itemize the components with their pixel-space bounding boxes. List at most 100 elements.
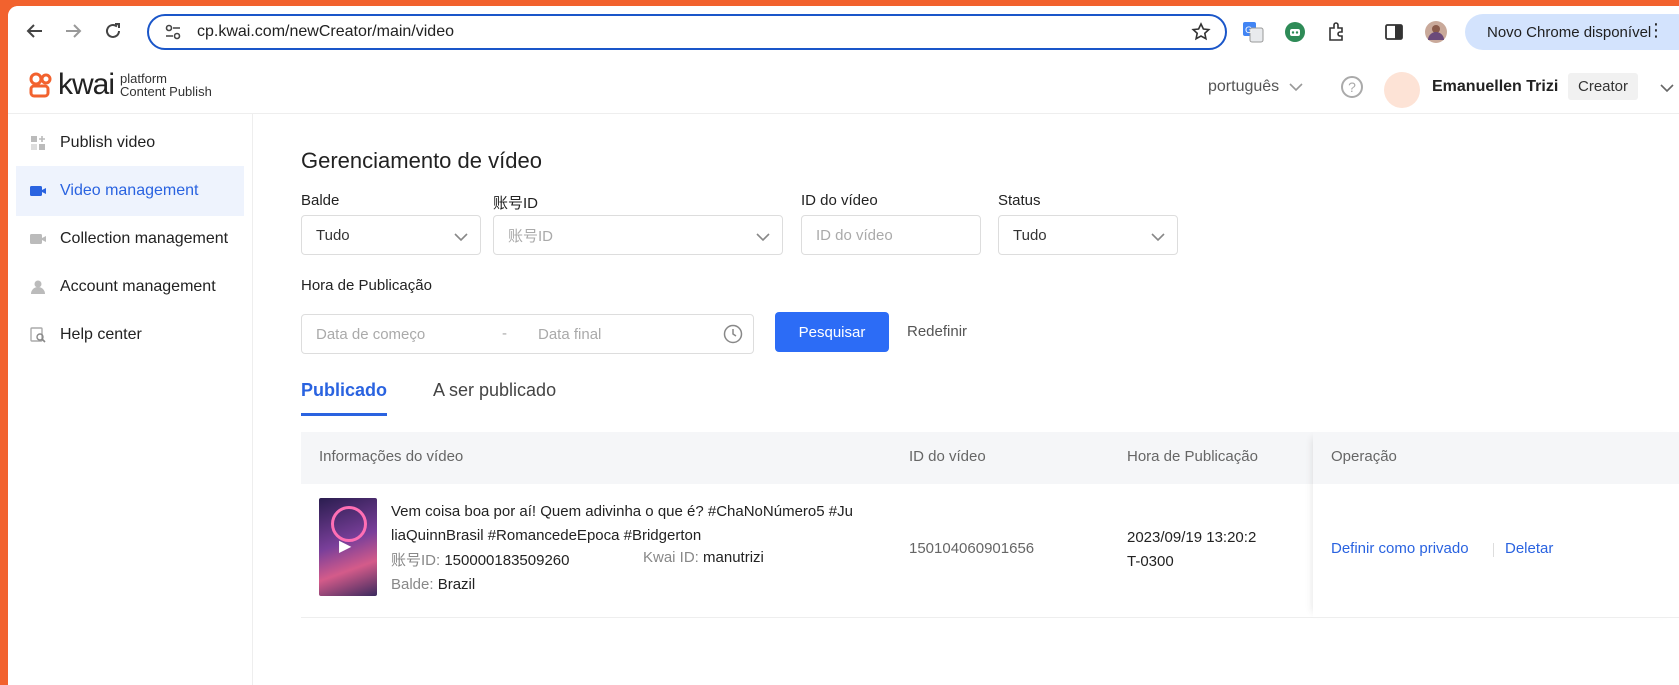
tab-to-be-published[interactable]: A ser publicado bbox=[433, 380, 556, 401]
sidebar-item-video-management[interactable]: Video management bbox=[16, 166, 244, 216]
chevron-down-icon bbox=[1289, 83, 1303, 92]
sidebar-item-label: Help center bbox=[60, 326, 142, 343]
tab-published[interactable]: Publicado bbox=[301, 380, 387, 401]
bucket-value: Tudo bbox=[316, 226, 350, 244]
operation-column: Operação Definir como privado Deletar bbox=[1313, 432, 1679, 618]
kwai-id-key: Kwai ID: bbox=[643, 549, 699, 566]
publish-icon bbox=[28, 133, 48, 153]
sidebar-item-label: Collection management bbox=[60, 230, 229, 247]
reload-icon[interactable] bbox=[100, 18, 126, 44]
video-title-line1: Vem coisa boa por aí! Quem adivinha o qu… bbox=[391, 503, 853, 520]
back-icon[interactable] bbox=[22, 18, 48, 44]
video-id-label: ID do vídeo bbox=[801, 192, 878, 209]
column-header-publish-time: Hora de Publicação bbox=[1127, 448, 1258, 465]
account-id-label: 账号ID bbox=[493, 195, 539, 212]
column-header-operation: Operação bbox=[1331, 448, 1397, 465]
collection-icon bbox=[28, 229, 48, 249]
kwai-id-value: manutrizi bbox=[703, 549, 764, 566]
status-label: Status bbox=[998, 192, 1041, 209]
bucket-label: Balde bbox=[301, 192, 340, 209]
brand-word: kwai bbox=[58, 68, 115, 101]
chevron-down-icon bbox=[454, 229, 468, 246]
publish-time-cell: 2023/09/19 13:20:2 T-0300 bbox=[1127, 526, 1313, 574]
profile-avatar-icon[interactable] bbox=[1424, 20, 1448, 44]
status-value: Tudo bbox=[1013, 226, 1047, 244]
bucket-value: Brazil bbox=[437, 576, 476, 593]
video-id-placeholder: ID do vídeo bbox=[816, 226, 893, 244]
main-content: Gerenciamento de vídeo Balde Tudo 账号ID 账… bbox=[253, 114, 1679, 685]
bucket-select[interactable]: Tudo bbox=[301, 215, 481, 255]
url-text[interactable]: cp.kwai.com/newCreator/main/video bbox=[197, 23, 454, 41]
start-date-input[interactable]: Data de começo bbox=[316, 326, 425, 343]
sidebar-item-label: Account management bbox=[60, 278, 216, 295]
account-id-key: 账号ID: bbox=[391, 552, 441, 569]
role-badge: Creator bbox=[1568, 73, 1639, 100]
operation-divider bbox=[1493, 543, 1494, 557]
bucket-key: Balde: bbox=[391, 576, 434, 593]
delete-link[interactable]: Deletar bbox=[1505, 540, 1553, 557]
site-settings-icon[interactable] bbox=[163, 22, 183, 42]
app-header: kwai platform Content Publish português … bbox=[8, 58, 1679, 114]
play-icon: ▶ bbox=[339, 538, 352, 555]
more-menu-icon[interactable]: ⋮ bbox=[1647, 20, 1665, 41]
sidebar-item-help-center[interactable]: Help center bbox=[16, 310, 244, 360]
user-menu-chevron-icon[interactable] bbox=[1660, 80, 1674, 98]
language-selector[interactable]: português bbox=[1208, 78, 1303, 96]
avatar[interactable] bbox=[1384, 72, 1420, 108]
column-header-video-info: Informações do vídeo bbox=[319, 448, 464, 465]
account-id-value: 150000183509260 bbox=[444, 552, 570, 569]
sidebar-item-label: Publish video bbox=[60, 134, 156, 151]
bookmark-star-icon[interactable] bbox=[1191, 22, 1211, 47]
translate-icon[interactable]: G bbox=[1241, 20, 1265, 44]
kwai-logo[interactable]: kwai platform Content Publish bbox=[28, 68, 212, 102]
date-range-picker[interactable]: Data de começo - Data final bbox=[301, 314, 754, 354]
chrome-update-button[interactable]: Novo Chrome disponível ⋮ bbox=[1465, 14, 1679, 50]
clock-icon bbox=[723, 324, 743, 349]
publish-time-line2: T-0300 bbox=[1127, 553, 1174, 570]
publish-time-line1: 2023/09/19 13:20:2 bbox=[1127, 529, 1257, 546]
column-header-video-id: ID do vídeo bbox=[909, 448, 986, 465]
end-date-input[interactable]: Data final bbox=[538, 326, 601, 343]
video-id-input[interactable]: ID do vídeo bbox=[801, 215, 981, 255]
make-private-link[interactable]: Definir como privado bbox=[1331, 540, 1469, 557]
browser-window: cp.kwai.com/newCreator/main/video G Novo… bbox=[8, 6, 1679, 685]
side-panel-icon[interactable] bbox=[1382, 20, 1406, 44]
publish-time-label: Hora de Publicação bbox=[301, 277, 432, 294]
active-tab-indicator bbox=[301, 413, 387, 416]
account-icon bbox=[28, 277, 48, 297]
video-icon bbox=[28, 181, 48, 201]
kwai-id-meta: Kwai ID: manutrizi bbox=[643, 549, 764, 566]
video-thumbnail[interactable]: ▶ bbox=[319, 498, 377, 596]
brand-tag-line2: Content Publish bbox=[120, 84, 212, 99]
brand-tag: platform Content Publish bbox=[120, 72, 212, 98]
chevron-down-icon bbox=[756, 229, 770, 246]
sidebar-item-account-management[interactable]: Account management bbox=[16, 262, 244, 312]
sidebar: Publish video Video management Collectio… bbox=[8, 114, 253, 685]
search-button[interactable]: Pesquisar bbox=[775, 312, 889, 352]
account-id-placeholder: 账号ID bbox=[508, 227, 554, 245]
user-name[interactable]: Emanuellen Trizi bbox=[1432, 78, 1558, 96]
range-separator: - bbox=[502, 325, 507, 342]
bucket-meta: Balde: Brazil bbox=[391, 576, 475, 593]
page-title: Gerenciamento de vídeo bbox=[301, 148, 542, 173]
reset-button[interactable]: Redefinir bbox=[907, 323, 967, 340]
chevron-down-icon bbox=[1151, 229, 1165, 246]
language-label: português bbox=[1208, 78, 1280, 95]
browser-toolbar: cp.kwai.com/newCreator/main/video G Novo… bbox=[8, 6, 1679, 58]
video-id-cell: 150104060901656 bbox=[909, 540, 1035, 557]
address-bar[interactable]: cp.kwai.com/newCreator/main/video bbox=[147, 14, 1227, 50]
video-title[interactable]: Vem coisa boa por aí! Quem adivinha o qu… bbox=[391, 500, 891, 548]
sidebar-item-label: Video management bbox=[60, 182, 199, 199]
account-id-select[interactable]: 账号ID bbox=[493, 215, 783, 255]
forward-icon[interactable] bbox=[60, 18, 86, 44]
status-select[interactable]: Tudo bbox=[998, 215, 1178, 255]
help-icon[interactable]: ? bbox=[1341, 76, 1363, 98]
extension-robot-icon[interactable] bbox=[1283, 20, 1307, 44]
help-center-icon bbox=[28, 325, 48, 345]
svg-text:G: G bbox=[1245, 26, 1252, 36]
sidebar-item-collection-management[interactable]: Collection management bbox=[16, 214, 244, 264]
extensions-puzzle-icon[interactable] bbox=[1325, 20, 1349, 44]
kwai-logo-icon bbox=[29, 72, 52, 98]
account-id-meta: 账号ID: 150000183509260 bbox=[391, 549, 569, 570]
sidebar-item-publish-video[interactable]: Publish video bbox=[16, 118, 244, 168]
